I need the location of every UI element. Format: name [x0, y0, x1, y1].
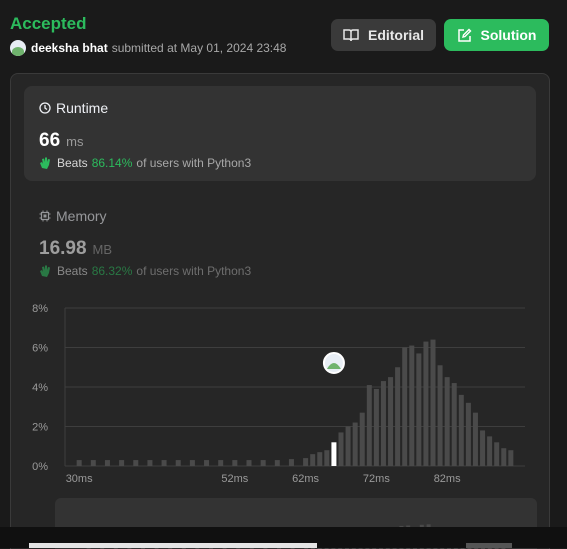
memory-beats: Beats 86.32% of users with Python3 [39, 264, 251, 278]
chart-bar [274, 460, 280, 466]
chart-bar [430, 339, 436, 466]
chart-bar [508, 450, 514, 466]
editorial-label: Editorial [367, 27, 424, 43]
memory-beats-percent: 86.32% [91, 264, 133, 278]
runtime-beats-label: Beats [57, 156, 88, 170]
runtime-beats-percent: 86.14% [91, 156, 133, 170]
chart-bar [90, 460, 96, 466]
chart-bar [395, 367, 401, 466]
chip-icon [39, 210, 51, 222]
editorial-button[interactable]: Editorial [331, 19, 436, 51]
chart-bar [161, 460, 167, 466]
memory-beats-label: Beats [57, 264, 88, 278]
chart-bar [416, 353, 422, 466]
book-icon [343, 29, 359, 42]
y-tick-label: 4% [32, 382, 48, 394]
chart-bar [423, 341, 429, 466]
chart-bar [451, 383, 457, 466]
chart-bar [366, 385, 372, 466]
taskbar [0, 527, 567, 548]
chart-bar [260, 460, 266, 466]
memory-title: Memory [39, 208, 107, 224]
chart-bar [359, 412, 365, 466]
x-tick-label: 62ms [292, 473, 319, 485]
chart-bar [104, 460, 110, 466]
chart-bar [402, 347, 408, 466]
chart-bar [472, 412, 478, 466]
chart-bar [218, 460, 224, 466]
solution-label: Solution [480, 27, 537, 43]
chart-bar [352, 422, 358, 466]
chart-bar [437, 365, 443, 466]
chart-bar [175, 460, 181, 466]
memory-value: 16.98 [39, 238, 87, 259]
memory-unit: MB [92, 242, 113, 257]
chart-bar [147, 460, 153, 466]
memory-beats-suffix: of users with Python3 [136, 264, 252, 278]
y-tick-label: 6% [32, 343, 48, 355]
chart-bar [458, 394, 464, 466]
submitter-line: deeksha bhat submitted at May 01, 2024 2… [10, 40, 286, 56]
chart-bar [288, 459, 294, 466]
runtime-card[interactable]: Runtime 66 ms Beats 86.14% of users with… [24, 86, 536, 181]
clock-icon [39, 102, 51, 114]
taskbar-window-strip[interactable] [29, 543, 317, 548]
chart-bar [324, 450, 330, 466]
runtime-beats: Beats 86.14% of users with Python3 [39, 156, 251, 170]
edit-icon [457, 28, 471, 42]
chart-bar [204, 460, 210, 466]
chart-bar [232, 460, 238, 466]
x-tick-label: 52ms [221, 473, 248, 485]
x-tick-label: 30ms [66, 473, 93, 485]
chart-bar [465, 402, 471, 466]
submission-header: Accepted deeksha bhat submitted at May 0… [10, 14, 286, 56]
x-tick-label: 82ms [434, 473, 461, 485]
chart-bar [501, 448, 507, 466]
chart-bar [409, 345, 415, 466]
runtime-metric: 66 ms [39, 130, 83, 152]
y-tick-label: 8% [32, 303, 48, 315]
chart-bar [133, 460, 139, 466]
solution-button[interactable]: Solution [444, 19, 549, 51]
chart-bar [373, 388, 379, 466]
chart-bar [444, 377, 450, 466]
memory-card[interactable]: Memory 16.98 MB Beats 86.32% of users wi… [24, 194, 536, 278]
chart-bar [494, 442, 500, 466]
runtime-beats-suffix: of users with Python3 [136, 156, 252, 170]
avatar[interactable] [10, 40, 26, 56]
y-tick-label: 2% [32, 422, 48, 434]
runtime-title-text: Runtime [56, 100, 109, 116]
highlight-bar [331, 442, 337, 466]
chart-bar [246, 460, 252, 466]
runtime-unit: ms [66, 134, 84, 149]
chart-bar [317, 452, 323, 466]
chart-bar [310, 454, 316, 466]
clap-icon [40, 157, 50, 169]
chart-bar [338, 432, 344, 466]
user-avatar-marker [322, 352, 345, 375]
runtime-value: 66 [39, 130, 61, 151]
chart-bar [480, 430, 486, 466]
y-tick-label: 0% [32, 461, 48, 473]
memory-metric: 16.98 MB [39, 238, 112, 260]
chart-bar [189, 460, 195, 466]
chart-bar [76, 460, 82, 466]
status-accepted: Accepted [10, 14, 87, 33]
x-tick-label: 72ms [363, 473, 390, 485]
chart-bar [388, 377, 394, 466]
chart-bar [380, 381, 386, 466]
username-link[interactable]: deeksha bhat [31, 41, 108, 55]
clap-icon [40, 265, 50, 277]
chart-bar [303, 458, 309, 466]
taskbar-thumb[interactable] [466, 543, 512, 548]
chart-bar [487, 436, 493, 466]
chart-bar [345, 426, 351, 466]
runtime-distribution-chart[interactable]: 0% 2% 4% 6% 8% 30ms 52ms 62ms 72ms 82ms [20, 300, 540, 495]
memory-title-text: Memory [56, 208, 107, 224]
chart-bar [119, 460, 125, 466]
runtime-title: Runtime [39, 100, 108, 116]
submitted-at: submitted at May 01, 2024 23:48 [111, 41, 287, 55]
